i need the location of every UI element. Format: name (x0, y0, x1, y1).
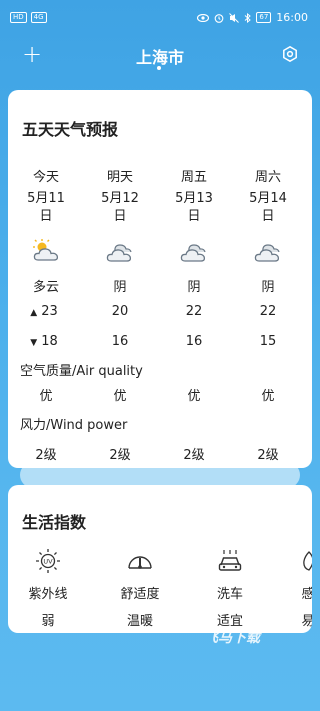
life-item-value: 温暖 (126, 614, 153, 629)
hd-badge: HD (10, 12, 27, 23)
forecast-card: 五天天气预报 今天 明天 周五 周六 5月11日 5月12日 5月13日 5月1… (8, 90, 312, 468)
low-arrow-icon: ▼ (30, 338, 38, 348)
aqi-value: 优 (261, 389, 275, 404)
life-item-uv[interactable]: UV 紫外线 弱 (8, 547, 88, 629)
life-item-name: 感 (301, 587, 312, 602)
life-item-car-wash[interactable]: 洗车 适宜 (190, 547, 270, 629)
cloudy-icon (180, 244, 206, 262)
low-temp: 15 (259, 334, 277, 349)
wind-value: 2级 (35, 448, 57, 463)
wind-power-label: 风力/Wind power (20, 418, 128, 433)
day-name: 明天 (106, 170, 133, 185)
eye-icon (197, 13, 210, 22)
partly-cloudy-icon (33, 239, 59, 261)
forecast-title: 五天天气预报 (22, 120, 119, 139)
high-temp: 22 (185, 304, 203, 319)
wind-value: 2级 (183, 448, 205, 463)
low-temp: 16 (111, 334, 129, 349)
life-item-cold[interactable]: 感 易 (268, 547, 312, 629)
gauge-icon (128, 556, 152, 569)
life-item-value: 易 (301, 614, 312, 629)
clock: 16:00 (276, 11, 308, 24)
aqi-value: 优 (113, 389, 127, 404)
condition-text: 阴 (261, 280, 275, 295)
condition-text: 阴 (187, 280, 201, 295)
condition-text: 阴 (113, 280, 127, 295)
mute-icon (229, 12, 240, 23)
day-date: 5月14日 (249, 191, 287, 224)
life-item-comfort[interactable]: 舒适度 温暖 (100, 547, 180, 629)
aqi-value: 优 (39, 389, 53, 404)
cloudy-icon (254, 244, 280, 262)
high-temp: 23 (41, 304, 58, 319)
life-index-card: 生活指数 UV 紫外线 弱 舒适度 温暖 洗车 适宜 感 易 (8, 485, 312, 633)
life-item-name: 洗车 (216, 587, 243, 602)
cloudy-icon (106, 244, 132, 262)
day-name: 周五 (180, 170, 207, 185)
city-title: 上海市 (135, 48, 184, 67)
wind-value: 2级 (257, 448, 279, 463)
svg-text:UV: UV (43, 558, 53, 566)
low-temp: 18 (41, 334, 58, 349)
high-temp: 20 (111, 304, 129, 319)
day-name: 周六 (254, 170, 281, 185)
header: + 上海市 (0, 38, 320, 78)
alarm-icon (215, 13, 224, 23)
high-arrow-icon: ▲ (30, 308, 38, 318)
day-date: 5月12日 (101, 191, 139, 224)
uv-icon: UV (36, 549, 60, 573)
day-date: 5月13日 (175, 191, 213, 224)
day-date: 5月11日 (27, 191, 65, 224)
settings-icon[interactable] (282, 46, 298, 62)
wind-value: 2级 (109, 448, 131, 463)
day-name: 今天 (32, 170, 59, 185)
car-wash-icon (218, 550, 242, 571)
bluetooth-icon (245, 12, 252, 23)
status-bar: HD 4G 67 16:00 (0, 0, 320, 36)
signal-badge: 4G (30, 12, 47, 23)
air-quality-label: 空气质量/Air quality (20, 364, 143, 379)
high-temp: 22 (259, 304, 277, 319)
cold-icon (303, 551, 312, 571)
watermark: 飞马下载 (204, 630, 260, 646)
page-indicator-dot (157, 66, 161, 70)
battery-indicator: 67 (256, 12, 272, 23)
condition-text: 多云 (32, 280, 59, 295)
life-index-title: 生活指数 (22, 513, 87, 532)
life-item-name: 舒适度 (120, 587, 160, 602)
aqi-value: 优 (187, 389, 201, 404)
low-temp: 16 (185, 334, 203, 349)
life-item-value: 弱 (41, 614, 55, 629)
life-item-name: 紫外线 (28, 587, 68, 602)
